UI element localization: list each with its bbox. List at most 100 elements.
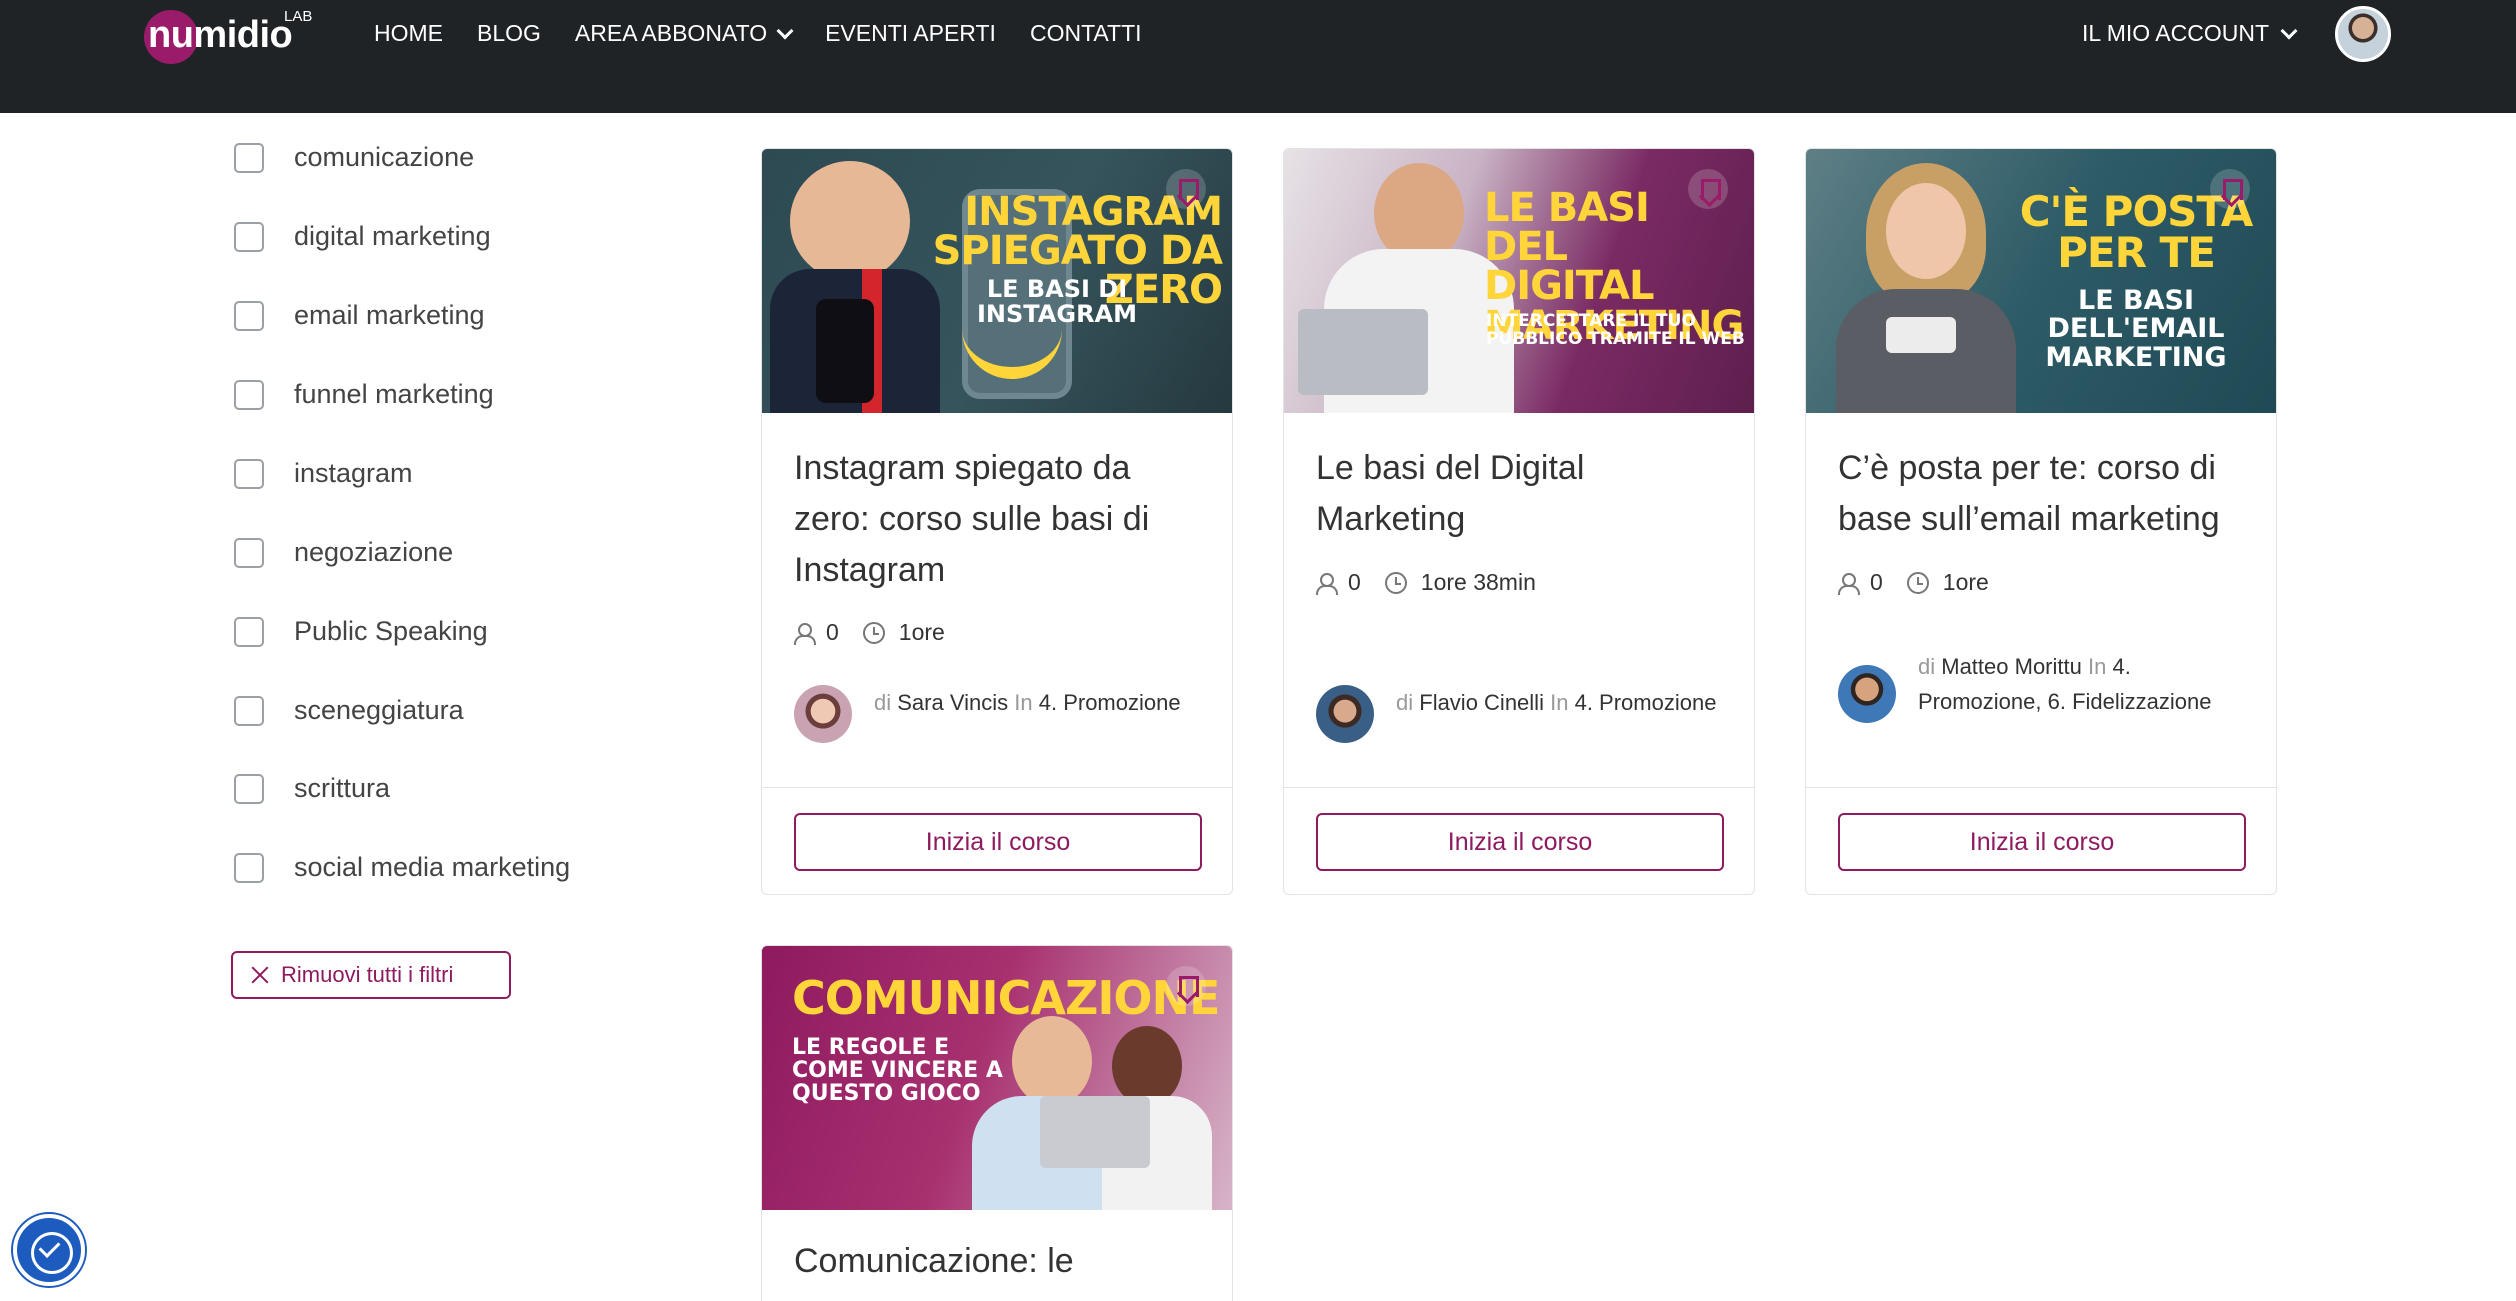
filter-checkbox[interactable] bbox=[234, 616, 264, 647]
main-nav: HOME BLOG AREA ABBONATO EVENTI APERTI CO… bbox=[374, 20, 1142, 47]
accessibility-widget-button[interactable] bbox=[13, 1214, 85, 1286]
course-categories[interactable]: 4. Promozione bbox=[1575, 690, 1717, 715]
start-course-button[interactable]: Inizia il corso bbox=[794, 813, 1202, 871]
in-label: In bbox=[1014, 690, 1033, 715]
filter-scrittura[interactable]: scrittura bbox=[234, 773, 390, 804]
filter-comunicazione[interactable]: comunicazione bbox=[234, 142, 474, 173]
thumbnail-subtitle: INTERCETTARE IL TUO PUBBLICO TRAMITE IL … bbox=[1486, 311, 1745, 349]
user-avatar[interactable] bbox=[2335, 6, 2391, 62]
nav-contatti[interactable]: CONTATTI bbox=[1030, 20, 1142, 47]
filter-email-marketing[interactable]: email marketing bbox=[234, 300, 485, 331]
filter-checkbox[interactable] bbox=[234, 221, 264, 252]
thumbnail-headline: COMUNICAZIONE bbox=[792, 971, 1220, 1025]
students-count: 0 bbox=[826, 619, 839, 645]
course-meta: 0 1ore bbox=[1838, 569, 1989, 596]
bookmark-icon[interactable] bbox=[1166, 169, 1206, 209]
filter-checkbox[interactable] bbox=[234, 379, 264, 410]
clock-icon bbox=[1906, 571, 1929, 594]
chevron-down-icon bbox=[776, 22, 794, 39]
thumbnail-subtitle: LE BASI DELL'EMAIL MARKETING bbox=[2045, 285, 2227, 373]
course-title[interactable]: C’è posta per te: corso di base sull’ema… bbox=[1838, 443, 2258, 545]
nav-eventi-aperti[interactable]: EVENTI APERTI bbox=[825, 20, 996, 47]
start-course-button[interactable]: Inizia il corso bbox=[1316, 813, 1724, 871]
by-label: di bbox=[874, 690, 892, 715]
nav-home[interactable]: HOME bbox=[374, 20, 443, 47]
author-avatar[interactable] bbox=[1838, 665, 1896, 723]
presenter-face bbox=[1886, 183, 1966, 279]
bookmark-icon[interactable] bbox=[1688, 169, 1728, 209]
course-meta: 0 1ore 38min bbox=[1316, 569, 1536, 596]
filter-checkbox[interactable] bbox=[234, 537, 264, 568]
filter-digital-marketing[interactable]: digital marketing bbox=[234, 221, 491, 252]
course-title[interactable]: Le basi del Digital Marketing bbox=[1316, 443, 1726, 545]
presenter-face bbox=[1012, 1016, 1092, 1106]
filter-public-speaking[interactable]: Public Speaking bbox=[234, 616, 488, 647]
filter-instagram[interactable]: instagram bbox=[234, 458, 413, 489]
filter-checkbox[interactable] bbox=[234, 300, 264, 331]
course-title[interactable]: Comunicazione: le bbox=[794, 1236, 1204, 1287]
top-navigation-bar: numidio LAB HOME BLOG AREA ABBONATO EVEN… bbox=[0, 0, 2516, 113]
clear-filters-button[interactable]: Rimuovi tutti i filtri bbox=[231, 951, 511, 999]
course-title[interactable]: Instagram spiegato da zero: corso sulle … bbox=[794, 443, 1204, 596]
user-icon bbox=[1838, 572, 1860, 595]
course-card-digital-marketing: LE BASI DEL DIGITAL MARKETING INTERCETTA… bbox=[1283, 148, 1755, 895]
filter-label: sceneggiatura bbox=[294, 695, 464, 725]
author-avatar[interactable] bbox=[794, 685, 852, 743]
nav-area-abbonato-label: AREA ABBONATO bbox=[574, 20, 768, 46]
students-count: 0 bbox=[1348, 569, 1361, 595]
by-label: di bbox=[1396, 690, 1414, 715]
nav-eventi-aperti-label: EVENTI APERTI bbox=[825, 20, 996, 46]
user-icon bbox=[1316, 572, 1338, 595]
filter-checkbox[interactable] bbox=[234, 695, 264, 726]
course-duration: 1ore bbox=[898, 619, 945, 645]
filter-checkbox[interactable] bbox=[234, 852, 264, 883]
clear-filters-label: Rimuovi tutti i filtri bbox=[281, 962, 454, 987]
filter-checkbox[interactable] bbox=[234, 773, 264, 804]
course-author: di Sara Vincis In 4. Promozione bbox=[794, 685, 1204, 743]
course-categories[interactable]: 4. Promozione bbox=[1039, 690, 1181, 715]
clock-icon bbox=[862, 621, 885, 644]
clock-icon bbox=[1384, 571, 1407, 594]
logo-suffix: LAB bbox=[284, 8, 313, 25]
start-course-button[interactable]: Inizia il corso bbox=[1838, 813, 2246, 871]
filter-checkbox[interactable] bbox=[234, 458, 264, 489]
thumbnail-subtitle: LE REGOLE E COME VINCERE A QUESTO GIOCO bbox=[792, 1035, 1003, 1107]
chevron-down-icon bbox=[2280, 22, 2298, 39]
numidio-lab-logo[interactable]: numidio LAB bbox=[144, 8, 324, 68]
account-menu[interactable]: IL MIO ACCOUNT bbox=[2082, 20, 2298, 47]
filter-social-media-marketing[interactable]: social media marketing bbox=[234, 852, 570, 883]
nav-contatti-label: CONTATTI bbox=[1029, 20, 1142, 46]
course-thumbnail[interactable]: COMUNICAZIONE LE REGOLE E COME VINCERE A… bbox=[762, 946, 1232, 1210]
laptop bbox=[1298, 309, 1428, 395]
course-author: di Matteo Morittu In 4. Promozione, 6. F… bbox=[1838, 649, 2248, 723]
nav-blog-label: BLOG bbox=[477, 20, 541, 46]
filter-label: social media marketing bbox=[294, 852, 571, 882]
course-card-comunicazione: COMUNICAZIONE LE REGOLE E COME VINCERE A… bbox=[761, 945, 1233, 1301]
filter-sceneggiatura[interactable]: sceneggiatura bbox=[234, 695, 464, 726]
course-thumbnail[interactable]: C'È POSTA PER TE LE BASI DELL'EMAIL MARK… bbox=[1806, 149, 2276, 413]
author-name[interactable]: Flavio Cinelli bbox=[1419, 690, 1544, 715]
filter-label: funnel marketing bbox=[294, 379, 494, 409]
laptop bbox=[1040, 1096, 1150, 1168]
course-card-instagram: INSTAGRAM SPIEGATO DA ZERO LE BASI DI IN… bbox=[761, 148, 1233, 895]
author-info: di Sara Vincis In 4. Promozione bbox=[874, 685, 1204, 743]
filter-label: comunicazione bbox=[294, 142, 475, 172]
logo-text: numidio bbox=[148, 14, 293, 56]
filter-funnel-marketing[interactable]: funnel marketing bbox=[234, 379, 494, 410]
author-info: di Matteo Morittu In 4. Promozione, 6. F… bbox=[1918, 649, 2248, 723]
nav-blog[interactable]: BLOG bbox=[477, 20, 541, 47]
bookmark-icon[interactable] bbox=[2210, 169, 2250, 209]
course-thumbnail[interactable]: INSTAGRAM SPIEGATO DA ZERO LE BASI DI IN… bbox=[762, 149, 1232, 413]
filter-negoziazione[interactable]: negoziazione bbox=[234, 537, 453, 568]
nav-area-abbonato[interactable]: AREA ABBONATO bbox=[574, 20, 794, 47]
course-duration: 1ore bbox=[1942, 569, 1989, 595]
course-card-email-marketing: C'È POSTA PER TE LE BASI DELL'EMAIL MARK… bbox=[1805, 148, 2277, 895]
card-divider bbox=[1284, 787, 1754, 788]
author-name[interactable]: Sara Vincis bbox=[897, 690, 1008, 715]
author-name[interactable]: Matteo Morittu bbox=[1941, 654, 2082, 679]
presenter-face bbox=[1374, 163, 1464, 263]
bookmark-icon[interactable] bbox=[1166, 966, 1206, 1006]
course-thumbnail[interactable]: LE BASI DEL DIGITAL MARKETING INTERCETTA… bbox=[1284, 149, 1754, 413]
author-avatar[interactable] bbox=[1316, 685, 1374, 743]
filter-checkbox[interactable] bbox=[234, 142, 264, 173]
